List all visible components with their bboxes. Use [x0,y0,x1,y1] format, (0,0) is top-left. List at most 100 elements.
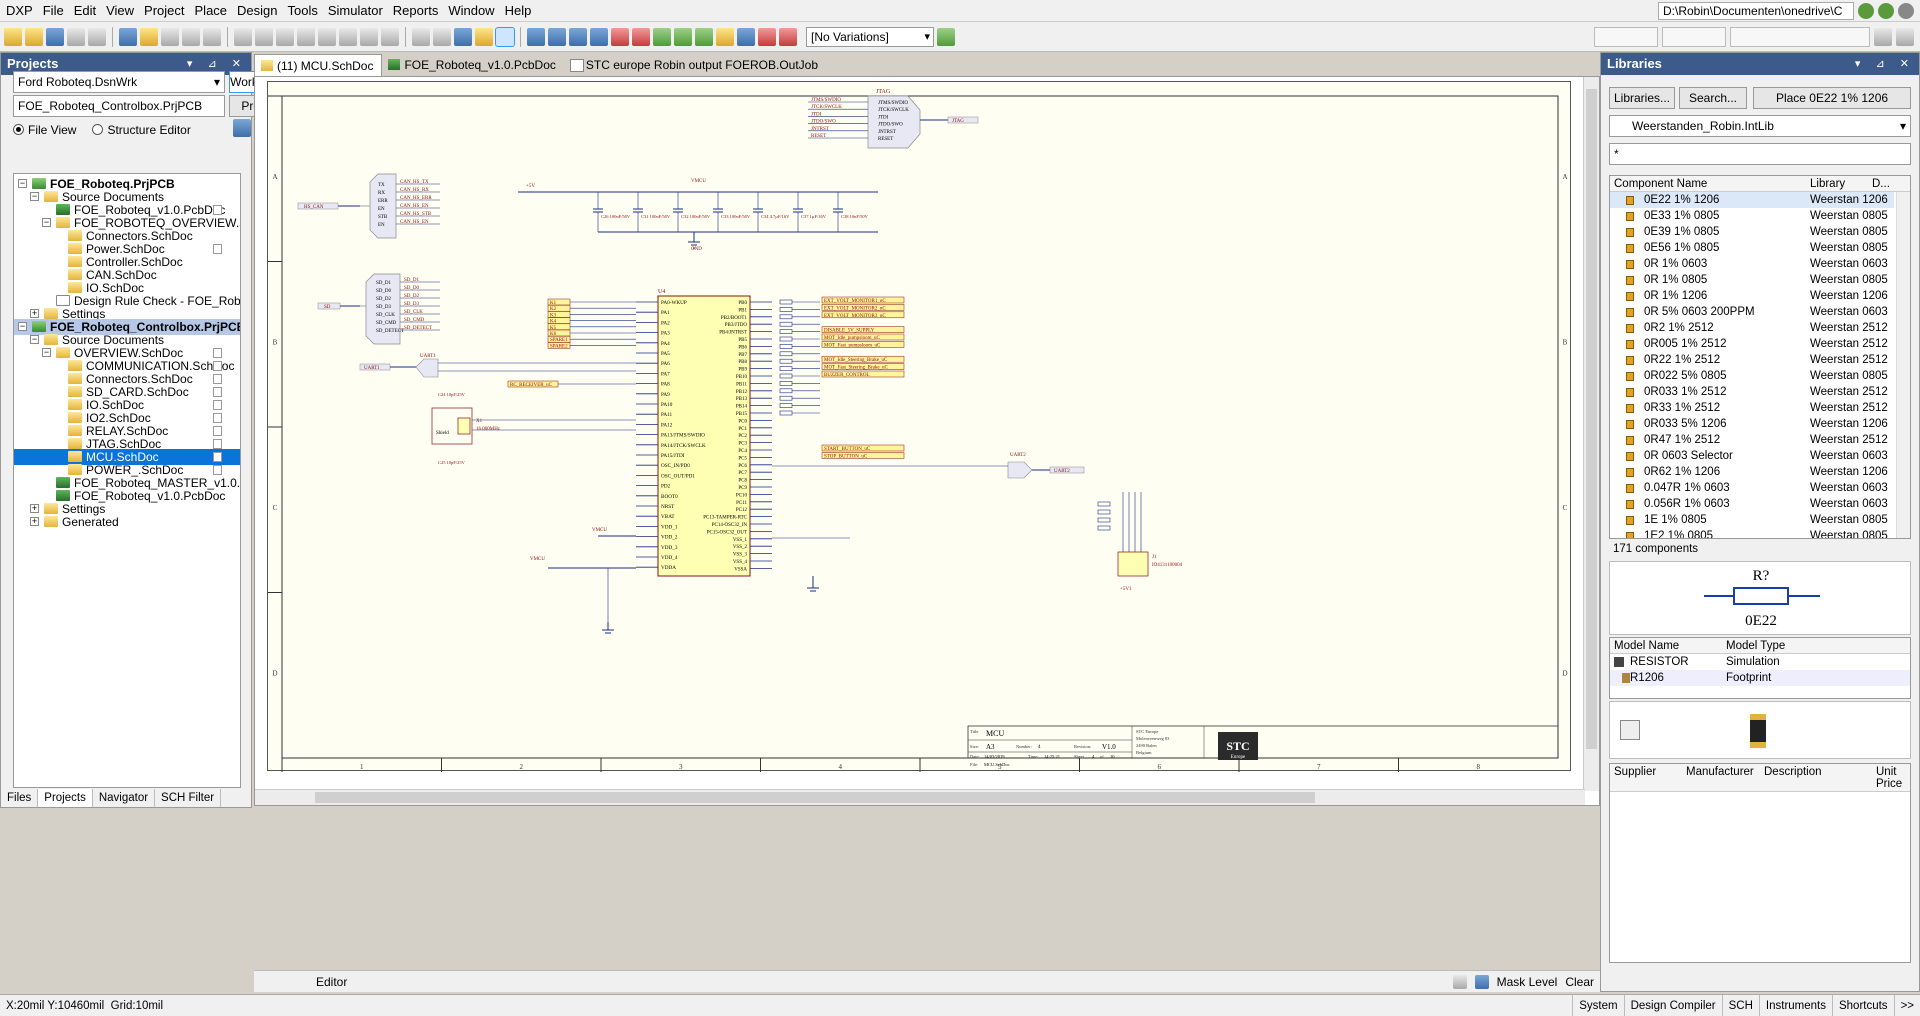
col-manufacturer[interactable]: Manufacturer [1686,766,1754,778]
zoom-area-icon[interactable] [182,27,200,46]
structure-editor-radio[interactable]: Structure Editor [92,123,191,137]
bus-icon[interactable] [548,27,566,46]
menu-tools[interactable]: Tools [283,0,323,22]
collapse-icon[interactable]: − [18,322,27,331]
folder-icon[interactable] [140,27,158,46]
collapse-icon[interactable]: − [42,218,51,227]
schematic-sheet[interactable]: 1 2 3 4 5 6 7 8 A A B B C C D D U4 PA0-WKUP PA1 PA2 PA3 PA4 PA… [267,81,1571,772]
menu-project[interactable]: Project [139,0,189,22]
move-icon[interactable] [339,27,357,46]
forward-icon[interactable] [1878,3,1894,19]
component-list-scrollbar[interactable] [1896,192,1910,538]
expand-icon[interactable]: + [30,504,39,513]
status-sch-button[interactable]: SCH [1721,995,1759,1016]
component-row[interactable]: 0.056R 1% 0603 Weerstan 0603 [1610,496,1894,512]
workspace-combo[interactable]: Ford Roboteq.DsnWrk [13,71,225,93]
collapse-icon[interactable]: − [30,335,39,344]
component-row[interactable]: 0E56 1% 0805 Weerstan 0805 [1610,240,1894,256]
col-unit-price[interactable]: Unit Price [1876,766,1908,790]
print-preview-icon[interactable] [88,27,106,46]
tab-outjob[interactable]: STC europe Robin output FOEROB.OutJob [564,54,826,76]
cut-icon[interactable] [234,27,252,46]
zoom-fit-icon[interactable] [161,27,179,46]
back-icon[interactable] [1858,3,1874,19]
file-view-radio[interactable]: File View [13,123,76,137]
expand-icon[interactable]: + [30,309,39,318]
horizontal-scroll-thumb[interactable] [315,792,1315,803]
toolbar-combo-3[interactable] [1730,27,1870,47]
component-row[interactable]: 0R005 1% 2512 Weerstan 2512 [1610,336,1894,352]
layout-icon[interactable] [1874,28,1892,46]
component-filter-input[interactable]: * [1609,143,1911,165]
menu-simulator[interactable]: Simulator [323,0,388,22]
close-x-icon[interactable] [758,27,776,46]
wire-icon[interactable] [527,27,545,46]
select-area-icon[interactable] [318,27,336,46]
tab-navigator[interactable]: Navigator [93,789,156,807]
status-system-button[interactable]: System [1572,995,1623,1016]
component-row[interactable]: 0R022 5% 0805 Weerstan 0805 [1610,368,1894,384]
save-icon[interactable] [46,27,64,46]
component-row[interactable]: 0R033 1% 2512 Weerstan 2512 [1610,384,1894,400]
bus-entry-icon[interactable] [569,27,587,46]
tab-pcbdoc[interactable]: FOE_Roboteq_v1.0.PcbDoc [382,54,563,76]
menu-dxp[interactable]: DXP [0,0,38,22]
component-row[interactable]: 0E39 1% 0805 Weerstan 0805 [1610,224,1894,240]
collapse-icon[interactable]: − [18,179,27,188]
no-erc-icon[interactable] [737,27,755,46]
project-field[interactable]: FOE_Roboteq_Controlbox.PrjPCB [13,95,225,117]
net-label-icon[interactable] [590,27,608,46]
wrench-icon[interactable] [1620,720,1640,740]
menu-place[interactable]: Place [190,0,233,22]
status-more-button[interactable]: >> [1893,995,1920,1016]
close-x2-icon[interactable] [779,27,797,46]
menu-edit[interactable]: Edit [69,0,101,22]
tab-sch-filter[interactable]: SCH Filter [155,789,222,807]
gnd-port-icon[interactable] [611,27,629,46]
mask-level-button[interactable]: Mask Level [1497,971,1558,993]
component-row[interactable]: 0R62 1% 1206 Weerstan 1206 [1610,464,1894,480]
component-row[interactable]: 0R 1% 1206 Weerstan 1206 [1610,288,1894,304]
port-icon[interactable] [716,27,734,46]
col-model-type[interactable]: Model Type [1726,638,1785,654]
component-row[interactable]: 0R 1% 0805 Weerstan 0805 [1610,272,1894,288]
menu-reports[interactable]: Reports [388,0,444,22]
tab-mcu-schdoc[interactable]: (11) MCU.SchDoc [254,54,383,76]
collapse-icon[interactable]: − [42,348,51,357]
status-shortcuts-button[interactable]: Shortcuts [1831,995,1894,1016]
new-document-icon[interactable] [4,27,22,46]
sheet-entry-icon[interactable] [695,27,713,46]
panel-controls-icon[interactable]: ▾ ⊿ ✕ [1855,53,1915,75]
undo-icon[interactable] [412,27,430,46]
component-row[interactable]: 0R33 1% 2512 Weerstan 2512 [1610,400,1894,416]
col-component-name[interactable]: Component Name [1614,176,1707,192]
deselect-icon[interactable] [360,27,378,46]
layout2-icon[interactable] [1896,28,1914,46]
part-icon[interactable] [653,27,671,46]
component-row[interactable]: 0R22 1% 2512 Weerstan 2512 [1610,352,1894,368]
search-button[interactable]: Search... [1679,87,1747,109]
active-tool-icon[interactable] [495,26,515,47]
filter-icon[interactable] [1474,975,1489,989]
component-row[interactable]: 1E2 1% 0805 Weerstan 0805 [1610,528,1894,538]
menu-file[interactable]: File [38,0,69,22]
refresh-icon[interactable] [233,119,251,137]
tree-item[interactable]: + Generated [14,514,240,530]
cross-probe-icon[interactable] [475,27,493,46]
path-field[interactable]: D:\Robin\Documenten\onedrive\C [1658,2,1854,20]
col-model-name[interactable]: Model Name [1614,638,1679,654]
menu-window[interactable]: Window [443,0,499,22]
variant-manager-icon[interactable] [937,27,955,46]
toolbar-combo-2[interactable] [1662,27,1726,47]
clear-button[interactable]: Clear [1565,971,1594,993]
component-row[interactable]: 0R033 5% 1206 Weerstan 1206 [1610,416,1894,432]
zoom-selection-icon[interactable] [203,27,221,46]
component-row[interactable]: 0E33 1% 0805 Weerstan 0805 [1610,208,1894,224]
component-row[interactable]: 0E22 1% 1206 Weerstan 1206 [1610,192,1894,208]
sheet-symbol-icon[interactable] [674,27,692,46]
place-component-button[interactable]: Place 0E22 1% 1206 [1753,87,1911,109]
copy-icon[interactable] [255,27,273,46]
schematic-editor[interactable]: 1 2 3 4 5 6 7 8 A A B B C C D D U4 PA0-WKUP PA1 PA2 PA3 PA4 PA… [254,76,1600,806]
component-row[interactable]: 0R 1% 0603 Weerstan 0603 [1610,256,1894,272]
col-description[interactable]: Description [1764,766,1822,778]
